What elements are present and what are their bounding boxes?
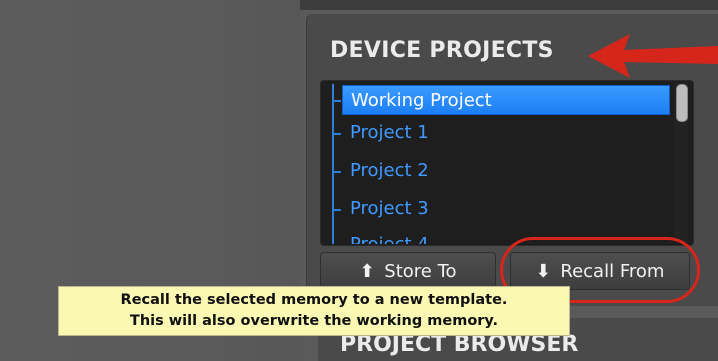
recall-tooltip: Recall the selected memory to a new temp…	[58, 286, 570, 336]
tree-tick	[334, 133, 341, 135]
tree-tick	[334, 209, 341, 211]
up-arrow-icon: ⬆	[359, 261, 375, 282]
tooltip-line-1: Recall the selected memory to a new temp…	[120, 292, 508, 308]
list-item-project-2[interactable]: Project 2	[342, 156, 670, 186]
list-item-project-3[interactable]: Project 3	[342, 194, 670, 224]
store-to-button[interactable]: ⬆ Store To	[320, 252, 496, 290]
tooltip-line-2: This will also overwrite the working mem…	[129, 313, 499, 329]
list-item-working-project[interactable]: Working Project	[342, 85, 670, 115]
tree-tick	[334, 100, 341, 102]
tree-connector-line	[332, 84, 334, 244]
device-projects-title: DEVICE PROJECTS	[330, 38, 554, 63]
tree-tick	[334, 171, 341, 173]
store-to-label: Store To	[384, 261, 457, 282]
panel-top-strip	[300, 0, 718, 10]
scrollbar-thumb[interactable]	[676, 84, 688, 122]
list-item-project-4[interactable]: Project 4	[342, 230, 429, 244]
annotation-arrow-icon	[588, 34, 718, 78]
list-item-project-1[interactable]: Project 1	[342, 118, 670, 148]
